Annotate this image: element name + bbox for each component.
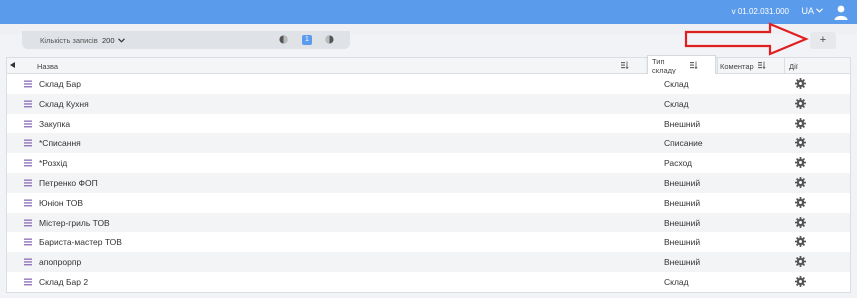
table-row[interactable]: Склад Бар 2 Склад xyxy=(7,271,850,292)
row-name: Юніон ТОВ xyxy=(39,197,84,208)
row-type: Расход xyxy=(664,158,693,169)
gear-icon[interactable] xyxy=(795,256,806,268)
gear-icon[interactable] xyxy=(795,157,806,169)
row-name: Містер-гриль ТОВ xyxy=(39,217,110,228)
records-count-label: Кількість записів xyxy=(40,36,98,45)
row-type: Склад xyxy=(664,79,689,89)
page-number-current[interactable]: 1 xyxy=(302,35,312,45)
drag-handle-icon[interactable] xyxy=(24,139,32,147)
column-divider xyxy=(717,58,718,74)
table-row[interactable]: Юніон ТОВ Внешний xyxy=(7,192,850,213)
table-row[interactable]: Склад Кухня Склад xyxy=(7,93,850,114)
records-count-value: 200 xyxy=(102,36,115,45)
row-name: Петренко ФОП xyxy=(39,177,98,188)
row-type: Внешний xyxy=(664,217,701,228)
drag-handle-icon[interactable] xyxy=(24,179,32,187)
gear-icon[interactable] xyxy=(795,97,806,109)
drag-handle-icon[interactable] xyxy=(24,238,32,246)
row-name: Бариста-мастер ТОВ xyxy=(39,237,122,248)
collapse-icon[interactable] xyxy=(10,62,15,68)
row-name: *Списання xyxy=(39,138,81,149)
drag-handle-icon[interactable] xyxy=(24,159,32,167)
column-header-actions: Дії xyxy=(789,62,798,71)
table-row[interactable]: Склад Бар Склад xyxy=(7,74,850,94)
app-version: v 01.02.031.000 xyxy=(731,7,789,16)
records-count-select[interactable]: 200 xyxy=(102,36,125,45)
column-header-type-line1: Тип xyxy=(652,57,665,66)
warehouse-table: Назва Тип складу Коментар Дії Склад Бар С… xyxy=(6,55,851,293)
column-divider xyxy=(784,58,785,74)
drag-handle-icon[interactable] xyxy=(24,278,32,286)
previous-page-icon[interactable] xyxy=(279,35,288,44)
gear-icon[interactable] xyxy=(795,176,806,188)
chevron-down-icon xyxy=(117,38,125,43)
row-name: апопрорпр xyxy=(39,257,82,268)
table-body: Склад Бар Склад Склад Кухня Склад Закупка Вне… xyxy=(7,74,850,292)
drag-handle-icon[interactable] xyxy=(24,80,32,88)
drag-handle-icon[interactable] xyxy=(24,199,32,207)
gear-icon[interactable] xyxy=(795,236,806,248)
next-page-icon[interactable] xyxy=(325,35,334,44)
row-type: Внешний xyxy=(664,237,701,248)
column-header-name[interactable]: Назва xyxy=(37,62,58,71)
table-header: Назва Тип складу Коментар Дії xyxy=(7,55,850,75)
sort-icon[interactable] xyxy=(758,61,766,69)
row-name: Закупка xyxy=(39,118,71,129)
column-header-comment[interactable]: Коментар xyxy=(720,62,754,71)
table-row[interactable]: *Списання Списание xyxy=(7,133,850,154)
row-type: Склад xyxy=(664,98,689,109)
gear-icon[interactable] xyxy=(795,196,806,208)
sort-icon[interactable] xyxy=(621,61,629,69)
row-type: Внешний xyxy=(664,197,701,208)
sort-icon[interactable] xyxy=(690,61,698,69)
row-type: Внешний xyxy=(664,257,701,268)
table-row[interactable]: Петренко ФОП Внешний xyxy=(7,172,850,193)
drag-handle-icon[interactable] xyxy=(24,258,32,266)
chevron-down-icon xyxy=(816,7,823,13)
language-selector[interactable]: UA xyxy=(801,6,823,16)
row-type: Внешний xyxy=(664,118,701,129)
table-row[interactable]: *Розхід Расход xyxy=(7,153,850,173)
row-name: Склад Кухня xyxy=(39,98,89,109)
top-bar: v 01.02.031.000 UA xyxy=(0,0,857,24)
drag-handle-icon[interactable] xyxy=(24,100,32,108)
gear-icon[interactable] xyxy=(795,216,806,228)
row-name: *Розхід xyxy=(39,158,68,169)
table-toolbar: Кількість записів 200 1 xyxy=(22,31,350,49)
row-type: Списание xyxy=(664,138,703,149)
drag-handle-icon[interactable] xyxy=(24,219,32,227)
table-row[interactable]: Закупка Внешний xyxy=(7,113,850,134)
row-type: Склад xyxy=(664,276,689,287)
row-type: Внешний xyxy=(664,177,701,188)
column-header-type[interactable]: Тип складу xyxy=(647,55,716,75)
table-row[interactable]: апопрорпр Внешний xyxy=(7,252,850,272)
language-label: UA xyxy=(801,6,814,16)
drag-handle-icon[interactable] xyxy=(24,120,32,128)
row-name: Склад Бар 2 xyxy=(39,276,89,287)
gear-icon[interactable] xyxy=(795,78,806,89)
gear-icon[interactable] xyxy=(795,117,806,129)
table-row[interactable]: Бариста-мастер ТОВ Внешний xyxy=(7,232,850,253)
annotation-arrow xyxy=(684,22,809,56)
user-icon[interactable] xyxy=(833,4,849,20)
gear-icon[interactable] xyxy=(795,137,806,149)
add-button[interactable]: + xyxy=(810,32,836,49)
table-row[interactable]: Містер-гриль ТОВ Внешний xyxy=(7,212,850,233)
row-name: Склад Бар xyxy=(39,79,81,89)
gear-icon[interactable] xyxy=(795,275,806,287)
